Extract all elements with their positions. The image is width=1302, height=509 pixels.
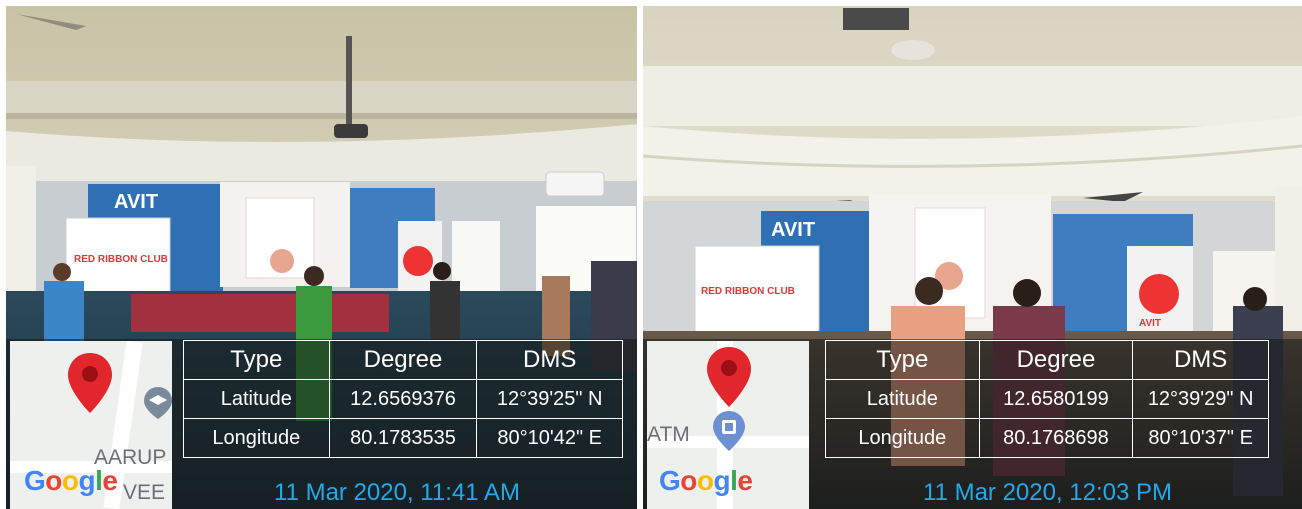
gps-table: Type Degree DMS Latitude 12.6580199 12°3… (825, 340, 1269, 458)
map-thumbnail: AARUP VEE Google (10, 341, 172, 509)
map-pin-icon (707, 347, 751, 407)
red-ribbon-banner-text: RED RIBBON CLUB (701, 286, 795, 297)
map-poi-label: ATM (647, 423, 690, 446)
longitude-dms: 80°10'37" E (1132, 418, 1269, 458)
longitude-degree: 80.1783535 (328, 418, 478, 458)
map-thumbnail: ATM Google (647, 341, 809, 509)
avit-banner-text: AVIT (771, 219, 815, 241)
longitude-label: Longitude (183, 418, 330, 458)
header-dms: DMS (1132, 340, 1269, 380)
longitude-degree: 80.1768698 (978, 418, 1134, 458)
google-logo: Google (659, 465, 753, 496)
map-pin-icon (68, 353, 112, 413)
google-logo: Google (24, 465, 118, 496)
header-degree: Degree (978, 340, 1134, 380)
latitude-dms: 12°39'29" N (1132, 379, 1269, 419)
map-poi-label: VEE (123, 481, 166, 504)
red-ribbon-banner-text: RED RIBBON CLUB (74, 254, 168, 265)
latitude-label: Latitude (183, 379, 330, 419)
photo-right: AVIT RED RIBBON CLUB AVIT ATM Google Typ… (643, 6, 1302, 509)
school-poi-icon (144, 387, 172, 419)
header-degree: Degree (328, 340, 478, 380)
header-type: Type (183, 340, 330, 380)
avit-logo-banner-text: AVIT (1139, 318, 1161, 329)
atm-poi-icon (713, 411, 745, 451)
timestamp: 11 Mar 2020, 12:03 PM (923, 479, 1173, 506)
latitude-dms: 12°39'25" N (476, 379, 623, 419)
timestamp: 11 Mar 2020, 11:41 AM (274, 479, 520, 506)
avit-banner-text: AVIT (114, 191, 158, 213)
latitude-label: Latitude (825, 379, 980, 419)
header-dms: DMS (476, 340, 623, 380)
gps-table: Type Degree DMS Latitude 12.6569376 12°3… (183, 340, 623, 458)
latitude-degree: 12.6569376 (328, 379, 478, 419)
longitude-dms: 80°10'42" E (476, 418, 623, 458)
longitude-label: Longitude (825, 418, 980, 458)
latitude-degree: 12.6580199 (978, 379, 1134, 419)
photo-left: AVIT RED RIBBON CLUB AARUP VEE Google Ty… (6, 6, 637, 509)
header-type: Type (825, 340, 980, 380)
